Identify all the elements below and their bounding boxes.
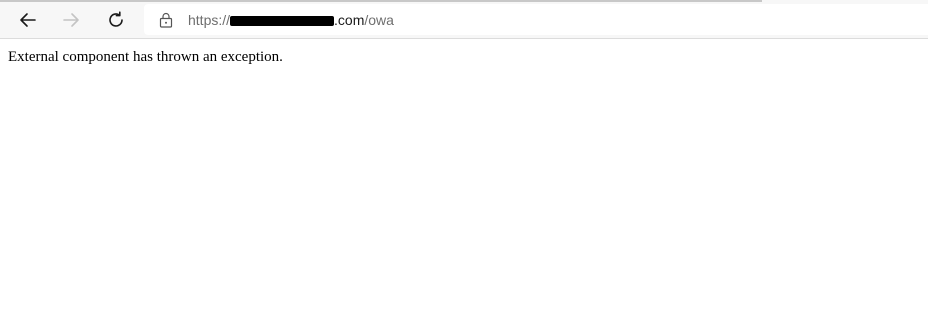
lock-icon bbox=[159, 12, 173, 28]
url-scheme: https:// bbox=[188, 12, 231, 28]
url-domain-suffix: .com bbox=[334, 12, 365, 28]
redacted-host bbox=[230, 16, 335, 26]
forward-arrow-icon bbox=[63, 13, 79, 27]
reload-icon bbox=[109, 11, 123, 27]
reload-button[interactable] bbox=[100, 4, 132, 36]
loading-progress-bar bbox=[0, 0, 762, 2]
back-arrow-icon bbox=[20, 13, 36, 27]
address-url[interactable]: https:// .com/owa bbox=[188, 11, 394, 29]
forward-button[interactable] bbox=[55, 4, 87, 36]
url-path: /owa bbox=[364, 12, 394, 28]
browser-toolbar: https:// .com/owa bbox=[0, 0, 928, 39]
page-body: External component has thrown an excepti… bbox=[8, 48, 283, 66]
error-message: External component has thrown an excepti… bbox=[8, 49, 283, 65]
address-bar[interactable]: https:// .com/owa bbox=[144, 4, 928, 35]
back-button[interactable] bbox=[12, 4, 44, 36]
site-info-button[interactable] bbox=[158, 11, 174, 28]
